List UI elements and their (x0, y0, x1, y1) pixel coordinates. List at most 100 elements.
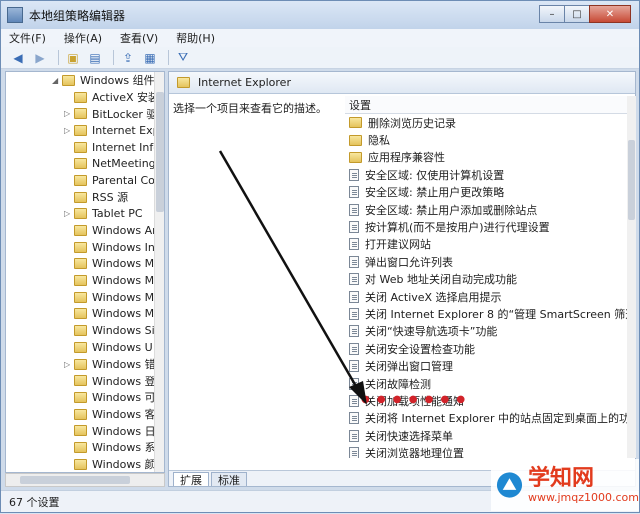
tree-item[interactable]: Parental Co (6, 172, 164, 189)
tree-horizontal-scrollbar[interactable] (5, 473, 165, 487)
settings-row[interactable]: 关闭浏览器地理位置 (345, 444, 627, 458)
folder-icon (177, 77, 190, 88)
tree-item-label: Windows 组件 (80, 74, 155, 88)
window-title: 本地组策略编辑器 (29, 8, 126, 23)
settings-row[interactable]: 关闭弹出窗口管理 (345, 357, 627, 374)
tree-item[interactable]: ▷ Windows 错 (6, 356, 164, 373)
tree-expand-icon[interactable]: ▷ (64, 109, 74, 118)
export-icon[interactable]: ⇪ (119, 50, 137, 66)
policy-setting-icon (349, 360, 359, 373)
tree-item[interactable]: RSS 源 (6, 189, 164, 206)
settings-row[interactable]: 按计算机(而不是按用户)进行代理设置 (345, 218, 627, 235)
column-header-setting[interactable]: 设置 (345, 96, 627, 114)
toolbar: ◀ ▶ ▣ ▤ ⇪ ▦ ⛛ (1, 47, 639, 69)
settings-row[interactable]: 安全区域: 禁止用户添加或删除站点 (345, 201, 627, 218)
settings-row-label: 对 Web 地址关闭自动完成功能 (365, 273, 517, 287)
tree-item[interactable]: Windows 系 (6, 439, 164, 456)
settings-row[interactable]: 打开建议网站 (345, 236, 627, 253)
tree-item[interactable]: ▷ BitLocker 驱 (6, 105, 164, 122)
description-text: 选择一个项目来查看它的描述。 (173, 102, 327, 115)
settings-row[interactable]: 关闭故障检测 (345, 375, 627, 392)
settings-folder-row[interactable]: 应用程序兼容性 (345, 149, 627, 166)
pane-header: Internet Explorer (169, 72, 635, 94)
tree-item-label: Windows 可 (92, 391, 156, 405)
menu-action[interactable]: 操作(A) (64, 30, 102, 46)
policy-setting-icon (349, 255, 359, 268)
policy-setting-icon (349, 203, 359, 216)
tree-item[interactable]: Windows M (6, 306, 164, 323)
tree-expand-icon[interactable]: ◢ (52, 76, 62, 85)
folder-icon (74, 141, 87, 153)
settings-row[interactable]: 关闭 Internet Explorer 8 的“管理 SmartScreen … (345, 305, 627, 322)
tree-item[interactable]: NetMeeting (6, 155, 164, 172)
close-button[interactable]: ✕ (589, 5, 631, 23)
tree-item-label: Internet Exp (92, 123, 160, 137)
forward-icon[interactable]: ▶ (31, 50, 49, 66)
menu-view[interactable]: 查看(V) (120, 30, 158, 46)
tree-item[interactable]: Windows Ar (6, 222, 164, 239)
maximize-button[interactable]: □ (564, 5, 590, 23)
tree-item[interactable]: Windows 日 (6, 422, 164, 439)
settings-scrollbar[interactable] (627, 96, 636, 458)
tree-item-label: NetMeeting (92, 157, 156, 171)
tree-item[interactable]: Internet Info (6, 139, 164, 156)
tree-item[interactable]: Windows M (6, 256, 164, 273)
tree-expand-icon[interactable]: ▷ (64, 126, 74, 135)
tree-item[interactable]: Windows Si (6, 322, 164, 339)
tree-item[interactable]: Windows M (6, 272, 164, 289)
tree-item[interactable]: ◢ Windows 组件 (6, 72, 164, 89)
settings-row-label: 打开建议网站 (365, 238, 431, 252)
settings-row[interactable]: 安全区域: 禁止用户更改策略 (345, 184, 627, 201)
tree-expand-icon[interactable]: ▷ (64, 209, 74, 218)
minimize-button[interactable]: – (539, 5, 565, 23)
settings-row-label: 关闭快速选择菜单 (365, 429, 453, 443)
tree-item[interactable]: Windows U (6, 339, 164, 356)
settings-row-label: 安全区域: 仅使用计算机设置 (365, 168, 505, 182)
tree-item[interactable]: Windows 登 (6, 372, 164, 389)
settings-row-label: 弹出窗口允许列表 (365, 255, 453, 269)
policy-setting-icon (349, 412, 359, 425)
tree-item[interactable]: ▷ Internet Exp (6, 122, 164, 139)
tree-item[interactable]: Windows M (6, 289, 164, 306)
tree-scrollbar[interactable] (154, 72, 164, 472)
settings-pane: Internet Explorer 选择一个项目来查看它的描述。 设置 删除浏览… (168, 71, 636, 487)
settings-row-label: 关闭“快速导航选项卡”功能 (365, 325, 498, 339)
tree-scroll-thumb[interactable] (156, 92, 164, 212)
folder-icon (74, 174, 87, 186)
settings-scroll-thumb[interactable] (628, 140, 635, 220)
menu-help[interactable]: 帮助(H) (176, 30, 215, 46)
settings-row[interactable]: 安全区域: 仅使用计算机设置 (345, 166, 627, 183)
tab-extended[interactable]: 扩展 (173, 472, 209, 487)
tree-item[interactable]: Windows 颜 (6, 456, 164, 472)
tree-item[interactable]: ▷ Tablet PC (6, 206, 164, 223)
settings-row[interactable]: 关闭 ActiveX 选择启用提示 (345, 288, 627, 305)
settings-row[interactable]: 关闭将 Internet Explorer 中的站点固定到桌面上的功能 (345, 410, 627, 427)
settings-row[interactable]: 弹出窗口允许列表 (345, 253, 627, 270)
settings-row[interactable]: 关闭安全设置检查功能 (345, 340, 627, 357)
tree-item[interactable]: Windows 可 (6, 389, 164, 406)
title-bar[interactable]: 本地组策略编辑器 – □ ✕ (1, 1, 639, 29)
policy-setting-icon (349, 238, 359, 251)
up-folder-icon[interactable]: ▣ (64, 50, 82, 66)
tree-item-label: Windows M (92, 274, 155, 288)
show-tree-icon[interactable]: ▤ (86, 50, 104, 66)
menu-file[interactable]: 文件(F) (9, 30, 46, 46)
settings-row-label: 关闭浏览器地理位置 (365, 447, 464, 458)
settings-row[interactable]: 关闭快速选择菜单 (345, 427, 627, 444)
tree-expand-icon[interactable]: ▷ (64, 360, 74, 369)
settings-row[interactable]: 对 Web 地址关闭自动完成功能 (345, 271, 627, 288)
policy-setting-icon (349, 325, 359, 338)
tree-item[interactable]: ActiveX 安装 (6, 89, 164, 106)
filter-icon[interactable]: ⛛ (174, 50, 192, 66)
tab-standard[interactable]: 标准 (211, 472, 247, 487)
settings-row[interactable]: 关闭“快速导航选项卡”功能 (345, 323, 627, 340)
back-icon[interactable]: ◀ (9, 50, 27, 66)
folder-icon (74, 391, 87, 403)
settings-folder-row[interactable]: 删除浏览历史记录 (345, 114, 627, 131)
tree-item[interactable]: Windows In (6, 239, 164, 256)
properties-icon[interactable]: ▦ (141, 50, 159, 66)
tree-item-label: Windows M (92, 257, 155, 271)
settings-folder-row[interactable]: 隐私 (345, 131, 627, 148)
horizontal-scroll-thumb[interactable] (20, 476, 130, 484)
tree-item[interactable]: Windows 客 (6, 406, 164, 423)
